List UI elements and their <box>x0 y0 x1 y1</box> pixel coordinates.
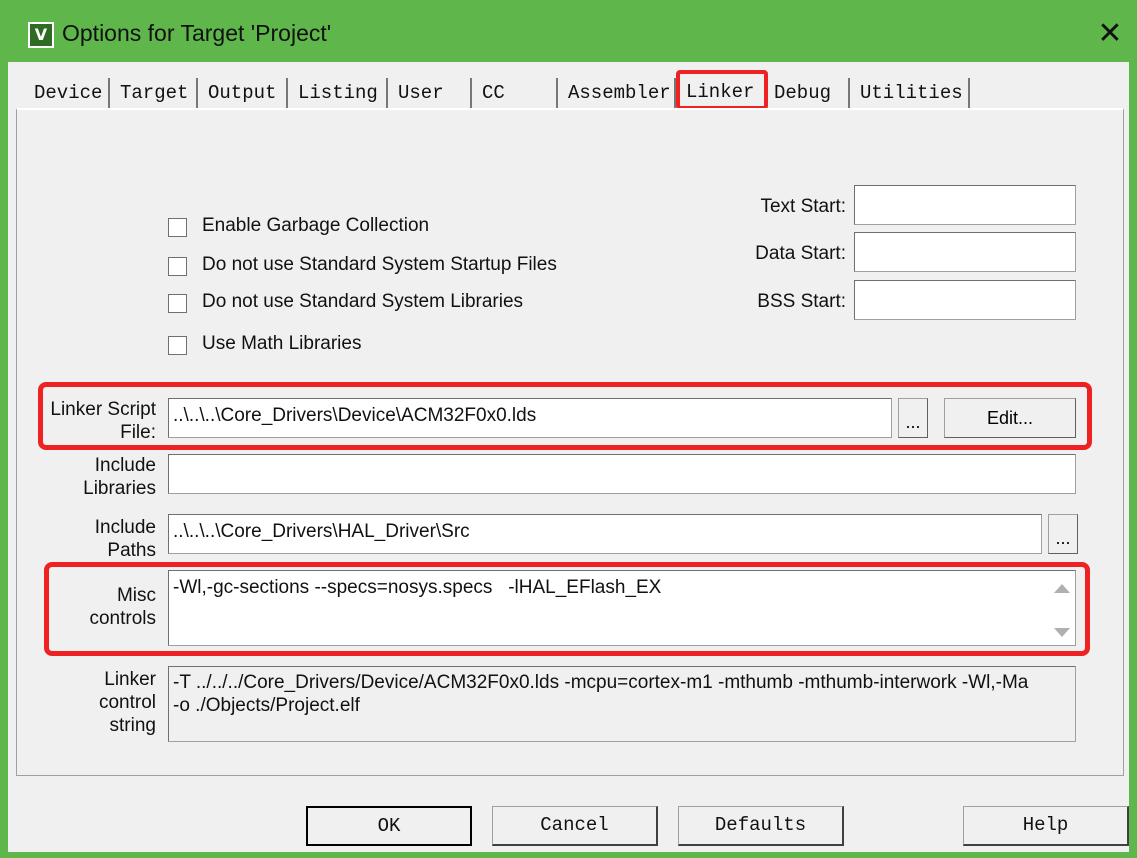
label-line: Linker <box>104 669 156 690</box>
include-paths-field[interactable]: ..\..\..\Core_Drivers\HAL_Driver\Src <box>168 514 1042 554</box>
label-line: Misc <box>116 585 156 606</box>
tab-user[interactable]: User <box>392 78 472 108</box>
cancel-button[interactable]: Cancel <box>492 806 658 846</box>
no-standard-system-libraries-checkbox[interactable]: Do not use Standard System Libraries <box>168 291 568 317</box>
linker-control-string-field: -T ../../../Core_Drivers/Device/ACM32F0x… <box>168 666 1076 742</box>
control-string-line: -o ./Objects/Project.elf <box>173 695 360 716</box>
label-line: string <box>109 715 156 736</box>
linker-script-label: Linker Script File: <box>38 398 156 444</box>
include-libraries-label: Include Libraries <box>38 454 156 500</box>
label-line: Paths <box>107 540 156 561</box>
checkbox-box[interactable] <box>168 294 187 313</box>
label-line: control <box>98 692 156 713</box>
close-button[interactable]: ✕ <box>1088 14 1132 54</box>
edit-linker-script-button[interactable]: Edit... <box>944 398 1076 438</box>
checkbox-label: Enable Garbage Collection <box>202 215 430 236</box>
tab-strip: Device Target Output Listing User CC Ass… <box>8 62 1129 114</box>
linker-control-string-label: Linker control string <box>38 668 156 737</box>
checkbox-label: Use Math Libraries <box>202 333 362 354</box>
text-start-field[interactable] <box>854 185 1076 225</box>
tab-utilities[interactable]: Utilities <box>854 78 970 108</box>
data-start-label: Data Start: <box>755 243 846 264</box>
enable-garbage-collection-checkbox[interactable]: Enable Garbage Collection <box>168 215 468 241</box>
defaults-button[interactable]: Defaults <box>678 806 844 846</box>
include-paths-label: Include Paths <box>38 516 156 562</box>
text-start-label: Text Start: <box>760 196 846 217</box>
label-line: Include <box>94 517 156 538</box>
tab-cc[interactable]: CC <box>476 78 558 108</box>
label-line: Libraries <box>83 478 156 499</box>
ok-button[interactable]: OK <box>306 806 472 846</box>
tab-debug[interactable]: Debug <box>768 78 850 108</box>
dialog-client-area: Device Target Output Listing User CC Ass… <box>8 62 1129 852</box>
keil-uvision-icon: V <box>28 22 54 48</box>
checkbox-label: Do not use Standard System Libraries <box>202 291 524 312</box>
control-string-line: -T ../../../Core_Drivers/Device/ACM32F0x… <box>173 672 1029 693</box>
use-math-libraries-checkbox[interactable]: Use Math Libraries <box>168 333 408 359</box>
title-bar: V Options for Target 'Project' ✕ <box>0 0 1137 62</box>
linker-script-browse-button[interactable]: ... <box>898 398 928 438</box>
bss-start-field[interactable] <box>854 280 1076 320</box>
window-title: Options for Target 'Project' <box>62 20 332 46</box>
bss-start-label: BSS Start: <box>757 291 846 312</box>
label-line: Linker Script <box>50 399 156 420</box>
checkbox-label: Do not use Standard System Startup Files <box>202 254 557 275</box>
label-line: File: <box>120 422 156 443</box>
label-line: Include <box>94 455 156 476</box>
include-paths-browse-button[interactable]: ... <box>1048 514 1078 554</box>
options-dialog: V Options for Target 'Project' ✕ Device … <box>0 0 1137 858</box>
label-line: controls <box>89 608 156 629</box>
include-libraries-field[interactable] <box>168 454 1076 494</box>
checkbox-box[interactable] <box>168 218 187 237</box>
help-button[interactable]: Help <box>963 806 1129 846</box>
tab-target[interactable]: Target <box>114 78 198 108</box>
misc-controls-label: Misc controls <box>38 584 156 630</box>
linker-script-field[interactable]: ..\..\..\Core_Drivers\Device\ACM32F0x0.l… <box>168 398 892 438</box>
scroll-down-icon[interactable] <box>1054 628 1070 637</box>
scroll-up-icon[interactable] <box>1054 584 1070 593</box>
checkbox-box[interactable] <box>168 257 187 276</box>
tab-listing[interactable]: Listing <box>292 78 388 108</box>
no-standard-startup-files-checkbox[interactable]: Do not use Standard System Startup Files <box>168 254 588 280</box>
tab-output[interactable]: Output <box>202 78 288 108</box>
tab-device[interactable]: Device <box>28 78 110 108</box>
tab-linker[interactable]: Linker <box>676 70 768 110</box>
checkbox-box[interactable] <box>168 336 187 355</box>
data-start-field[interactable] <box>854 232 1076 272</box>
misc-controls-field[interactable]: -Wl,-gc-sections --specs=nosys.specs -lH… <box>168 570 1076 646</box>
tab-assembler[interactable]: Assembler <box>562 78 676 108</box>
